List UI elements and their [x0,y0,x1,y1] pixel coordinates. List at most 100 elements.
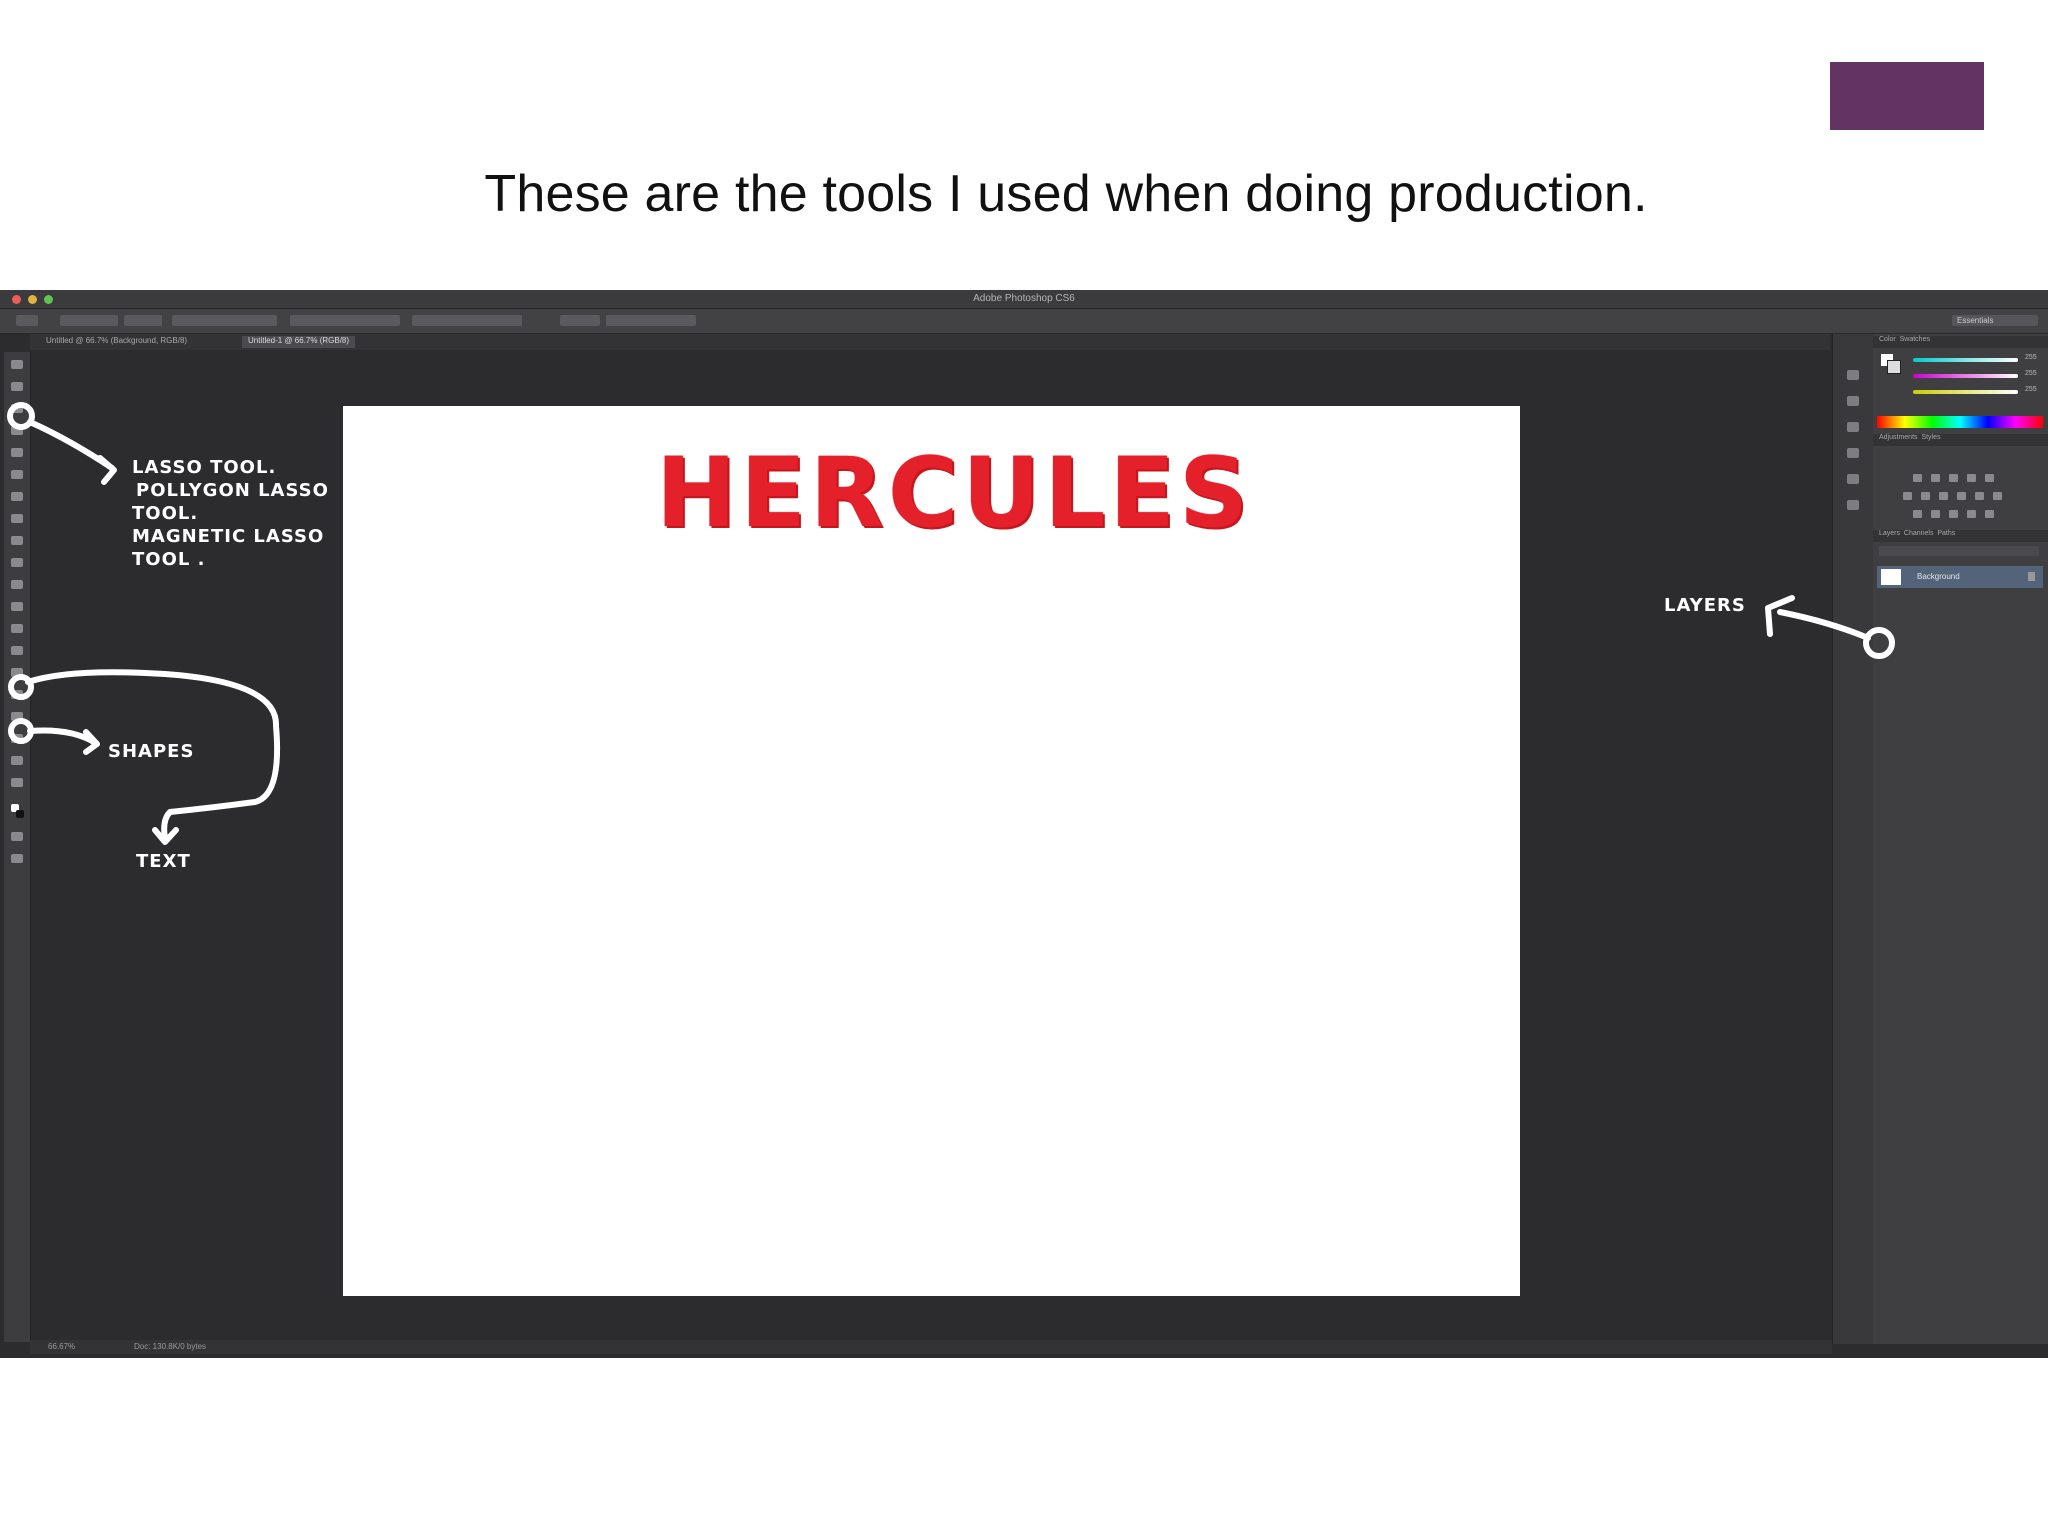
gradient-tool-icon[interactable] [11,602,23,611]
layers-panel-header[interactable]: Layers Channels Paths [1873,530,2048,542]
shapes-arrow-head [83,729,100,755]
hue-saturation-icon[interactable] [1903,492,1912,500]
color-panel-header[interactable]: Color Swatches [1873,336,2048,348]
blur-tool-icon[interactable] [11,624,23,633]
lasso-arrow-line [27,419,115,471]
eyedropper-tool-icon[interactable] [11,470,23,479]
3d-mode-buttons[interactable] [606,315,696,326]
red-value[interactable]: 255 [2025,354,2037,361]
background-swatch[interactable] [1887,360,1901,374]
healing-brush-tool-icon[interactable] [11,492,23,501]
levels-icon[interactable] [1931,474,1940,482]
history-brush-tool-icon[interactable] [11,558,23,567]
blue-slider[interactable] [1913,390,2018,394]
annotation-text: TEXT [136,851,191,872]
green-slider[interactable] [1913,374,2018,378]
app-title: Adobe Photoshop CS6 [973,293,1075,304]
tools-panel [4,352,31,1342]
annotation-shapes: SHAPES [108,741,195,762]
document-tab-bar: Untitled @ 66.7% (Background, RGB/8) Unt… [30,334,1830,350]
auto-select-checkbox[interactable] [60,315,118,326]
invert-icon[interactable] [1913,510,1922,518]
move-tool-options-icon[interactable] [16,315,38,326]
photo-filter-icon[interactable] [1957,492,1966,500]
workspace-switcher[interactable]: Essentials [1952,315,2038,326]
lasso-arrow-head [97,455,117,485]
character-panel-icon[interactable] [1847,422,1859,432]
pen-tool-icon[interactable] [11,668,23,677]
clone-stamp-tool-icon[interactable] [11,536,23,545]
brush-tool-icon[interactable] [11,514,23,523]
show-transform-controls-checkbox[interactable] [172,315,277,326]
posterize-icon[interactable] [1931,510,1940,518]
annotation-lasso-line-5: TOOL . [132,549,206,570]
type-tool-icon[interactable] [11,690,23,699]
slide-title: These are the tools I used when doing pr… [484,165,1648,223]
tool-presets-icon[interactable] [1847,500,1859,510]
document-size: Doc: 130.8K/0 bytes [134,1342,207,1351]
right-panels: Color Swatches 255 255 255 Adjustments S… [1873,334,2048,1344]
collapsed-panels-strip [1832,334,1873,1344]
move-tool-icon[interactable] [11,360,23,369]
black-white-icon[interactable] [1939,492,1948,500]
eraser-tool-icon[interactable] [11,580,23,589]
layers-arrow-head [1765,595,1795,637]
brightness-icon[interactable] [1913,474,1922,482]
quick-selection-tool-icon[interactable] [11,426,23,435]
rectangle-tool-icon[interactable] [11,734,23,743]
properties-panel-icon[interactable] [1847,396,1859,406]
hand-tool-icon[interactable] [11,756,23,765]
annotation-lasso-line-2: POLLYGON LASSO [136,480,329,501]
red-slider[interactable] [1913,358,2018,362]
3d-mode-label [560,315,600,326]
path-selection-tool-icon[interactable] [11,712,23,721]
options-bar: Essentials [0,309,2048,334]
curves-icon[interactable] [1949,474,1958,482]
layer-thumbnail [1881,569,1901,585]
lock-icon [2028,572,2035,581]
selective-color-icon[interactable] [1985,510,1994,518]
exposure-icon[interactable] [1967,474,1976,482]
brush-panel-icon[interactable] [1847,474,1859,484]
zoom-tool-icon[interactable] [11,778,23,787]
marquee-tool-icon[interactable] [11,382,23,391]
lasso-tool-icon[interactable] [11,404,23,413]
paragraph-panel-icon[interactable] [1847,448,1859,458]
layer-filter-bar[interactable] [1879,546,2039,556]
color-spectrum-bar[interactable] [1877,416,2043,428]
gradient-map-icon[interactable] [1967,510,1976,518]
vibrance-icon[interactable] [1985,474,1994,482]
layer-row-background[interactable]: Background [1877,566,2043,588]
dodge-tool-icon[interactable] [11,646,23,655]
tab-document-2[interactable]: Untitled-1 @ 66.7% (RGB/8) [242,336,356,348]
blue-value[interactable]: 255 [2025,386,2037,393]
channel-mixer-icon[interactable] [1975,492,1984,500]
zoom-level[interactable]: 66.67% [48,1342,75,1351]
background-color-swatch[interactable] [16,810,24,818]
annotation-lasso-line-4: MAGNETIC LASSO [132,526,325,547]
auto-select-dropdown[interactable] [124,315,162,326]
quick-mask-icon[interactable] [11,832,23,841]
shapes-arrow-line [27,727,97,745]
crop-tool-icon[interactable] [11,448,23,457]
layer-name: Background [1917,572,1960,581]
annotation-layers: LAYERS [1664,595,1746,616]
green-value[interactable]: 255 [2025,370,2037,377]
annotation-lasso-line-1: LASSO TOOL. [132,457,277,478]
adjustments-panel-header[interactable]: Adjustments Styles [1873,434,2048,446]
tab-document-1[interactable]: Untitled @ 66.7% (Background, RGB/8) [40,336,193,348]
document-canvas[interactable]: HERCULES [343,406,1520,1296]
distribute-buttons[interactable] [412,315,522,326]
threshold-icon[interactable] [1949,510,1958,518]
screen-mode-icon[interactable] [11,854,23,863]
window-titlebar: Adobe Photoshop CS6 [0,290,2048,309]
align-buttons[interactable] [290,315,400,326]
status-bar: 66.67% Doc: 130.8K/0 bytes [30,1340,1832,1354]
accent-block [1830,62,1984,130]
annotation-lasso-line-3: TOOL. [132,503,199,524]
history-panel-icon[interactable] [1847,370,1859,380]
workspace-label: Essentials [1957,316,1994,325]
color-lookup-icon[interactable] [1993,492,2002,500]
photoshop-screenshot: Adobe Photoshop CS6 Essentials Untitled … [0,290,2048,1358]
color-balance-icon[interactable] [1921,492,1930,500]
